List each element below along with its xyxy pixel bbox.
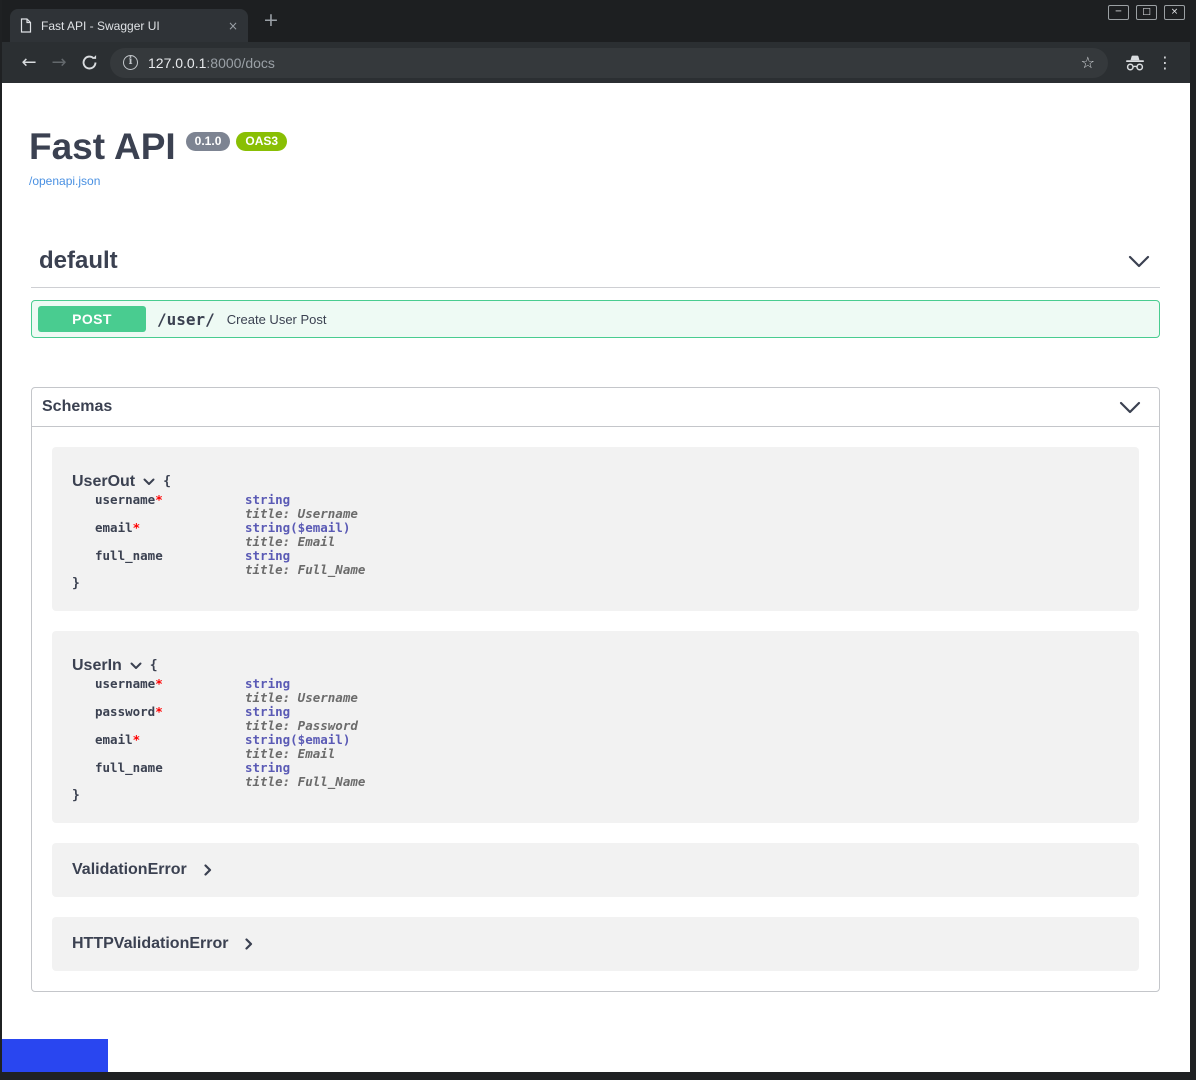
endpoint-path: /user/: [157, 310, 215, 329]
chevron-right-icon: [245, 938, 253, 950]
tab-title: Fast API - Swagger UI: [41, 19, 219, 33]
page-favicon-icon: [20, 18, 32, 33]
property-title: title: Email: [245, 535, 350, 549]
page-content: Fast API 0.1.0 OAS3 /openapi.json defaul…: [2, 83, 1190, 1072]
browser-tab[interactable]: Fast API - Swagger UI ×: [10, 9, 248, 42]
oas3-badge: OAS3: [236, 132, 287, 151]
browser-window: Fast API - Swagger UI × + ─ □ × ← → i 12…: [0, 0, 1196, 1080]
back-button[interactable]: ←: [14, 52, 44, 73]
schemas-section: Schemas UserOut {: [31, 387, 1160, 992]
schema-property: email* string($email)title: Email: [95, 521, 1119, 549]
bookmark-star-icon[interactable]: ☆: [1081, 53, 1095, 72]
status-indicator: [2, 1039, 108, 1072]
open-brace: {: [163, 475, 171, 489]
minimize-button[interactable]: ─: [1108, 5, 1129, 20]
schema-property: email* string($email)title: Email: [95, 733, 1119, 761]
schema-name: ValidationError: [72, 861, 187, 879]
tag-header-default[interactable]: default: [31, 247, 1160, 288]
schema-card-validationerror[interactable]: ValidationError: [52, 843, 1139, 897]
schema-card-userout: UserOut { username* stringtitle: Usernam…: [52, 447, 1139, 611]
openapi-spec-link[interactable]: /openapi.json: [29, 174, 100, 188]
http-method-badge: POST: [38, 306, 146, 332]
schema-property: username* stringtitle: Username: [95, 677, 1119, 705]
tag-section-default: default POST /user/ Create User Post: [31, 247, 1160, 338]
schema-name: HTTPValidationError: [72, 935, 228, 953]
schemas-header[interactable]: Schemas: [32, 388, 1159, 427]
schemas-body: UserOut { username* stringtitle: Usernam…: [32, 427, 1159, 971]
required-star: *: [133, 520, 141, 535]
schema-card-userin: UserIn { username* stringtitle: Username: [52, 631, 1139, 823]
browser-menu-button[interactable]: ⋮: [1152, 53, 1178, 72]
property-type: string: [245, 705, 358, 719]
tag-name: default: [39, 247, 118, 275]
url-path: :8000/docs: [206, 55, 275, 71]
schema-card-httpvalidationerror[interactable]: HTTPValidationError: [52, 917, 1139, 971]
url-host: 127.0.0.1: [148, 55, 206, 71]
property-title: title: Password: [245, 719, 358, 733]
version-badge: 0.1.0: [186, 132, 231, 151]
api-info: Fast API 0.1.0 OAS3: [29, 127, 1162, 167]
property-title: title: Username: [245, 691, 358, 705]
page-title: Fast API: [29, 127, 176, 167]
open-brace: {: [150, 659, 158, 673]
property-name: username*: [95, 493, 245, 521]
schema-property: password* stringtitle: Password: [95, 705, 1119, 733]
endpoint-summary: Create User Post: [227, 312, 327, 327]
tab-close-icon[interactable]: ×: [228, 19, 238, 33]
property-name: password*: [95, 705, 245, 733]
badges: 0.1.0 OAS3: [186, 132, 287, 151]
chevron-down-icon: [143, 478, 155, 486]
url-text: 127.0.0.1:8000/docs: [148, 55, 275, 71]
schema-toggle-userout[interactable]: UserOut {: [72, 473, 1119, 491]
page-info-icon[interactable]: i: [123, 55, 138, 70]
required-star: *: [155, 704, 163, 719]
property-name: email*: [95, 521, 245, 549]
reload-icon: [81, 54, 98, 71]
forward-button[interactable]: →: [44, 52, 74, 73]
titlebar: Fast API - Swagger UI × + ─ □ ×: [2, 0, 1190, 42]
close-button[interactable]: ×: [1164, 5, 1185, 20]
property-name: username*: [95, 677, 245, 705]
maximize-button[interactable]: □: [1136, 5, 1157, 20]
property-type: string: [245, 761, 365, 775]
schemas-title: Schemas: [42, 398, 112, 416]
property-title: title: Full_Name: [245, 775, 365, 789]
new-tab-button[interactable]: +: [258, 8, 284, 34]
schema-properties: username* stringtitle: Username password…: [95, 677, 1119, 789]
browser-toolbar: ← → i 127.0.0.1:8000/docs ☆ ⋮: [2, 42, 1190, 83]
schema-toggle-userin[interactable]: UserIn {: [72, 657, 1119, 675]
property-title: title: Username: [245, 507, 358, 521]
chevron-down-icon: [1119, 401, 1141, 414]
address-bar[interactable]: i 127.0.0.1:8000/docs ☆: [110, 48, 1108, 78]
schema-name: UserOut: [72, 473, 135, 491]
property-type: string: [245, 677, 358, 691]
property-title: title: Email: [245, 747, 350, 761]
chevron-down-icon: [130, 662, 142, 670]
schema-property: full_name stringtitle: Full_Name: [95, 549, 1119, 577]
required-star: *: [155, 676, 163, 691]
property-name: full_name: [95, 549, 245, 577]
property-type: string($email): [245, 521, 350, 535]
property-type: string($email): [245, 733, 350, 747]
chevron-down-icon: [1128, 255, 1150, 268]
property-name: full_name: [95, 761, 245, 789]
property-title: title: Full_Name: [245, 563, 365, 577]
schema-property: full_name stringtitle: Full_Name: [95, 761, 1119, 789]
schema-name: UserIn: [72, 657, 122, 675]
schema-property: username* stringtitle: Username: [95, 493, 1119, 521]
close-brace: }: [72, 789, 1119, 803]
close-brace: }: [72, 577, 1119, 591]
property-type: string: [245, 549, 365, 563]
required-star: *: [155, 492, 163, 507]
property-type: string: [245, 493, 358, 507]
chevron-right-icon: [204, 864, 212, 876]
endpoint-post-user[interactable]: POST /user/ Create User Post: [31, 300, 1160, 338]
reload-button[interactable]: [74, 54, 104, 71]
required-star: *: [133, 732, 141, 747]
property-name: email*: [95, 733, 245, 761]
window-controls: ─ □ ×: [1108, 5, 1185, 20]
incognito-icon: [1124, 54, 1146, 72]
schema-properties: username* stringtitle: Username email* s…: [95, 493, 1119, 577]
